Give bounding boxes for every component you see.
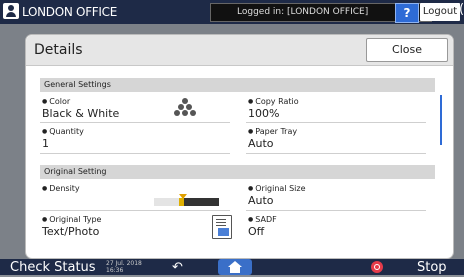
text-photo-icon bbox=[212, 215, 232, 239]
copy-ratio-setting: Copy Ratio 100% bbox=[248, 97, 299, 120]
density-setting: Density bbox=[42, 184, 79, 194]
check-status-button[interactable]: Check Status bbox=[10, 259, 96, 277]
date-text: 27 Jul. 2018 bbox=[106, 260, 142, 267]
divider bbox=[246, 122, 426, 123]
divider bbox=[246, 210, 426, 211]
stop-label[interactable]: Stop bbox=[417, 259, 447, 277]
user-icon[interactable] bbox=[3, 3, 19, 19]
original-type-setting: Original Type Text/Photo bbox=[42, 215, 101, 238]
paper-tray-label: Paper Tray bbox=[248, 127, 297, 137]
divider bbox=[246, 153, 426, 154]
datetime: 27 Jul. 2018 16:36 bbox=[106, 260, 142, 274]
black-white-icon bbox=[174, 98, 196, 116]
back-icon[interactable]: ↶ bbox=[172, 261, 183, 274]
sadf-value: Off bbox=[248, 225, 265, 238]
original-size-value: Auto bbox=[248, 194, 274, 207]
color-value: Black & White bbox=[42, 107, 120, 120]
divider bbox=[40, 122, 230, 123]
dialog-header: Details Close bbox=[26, 35, 453, 66]
office-name: LONDON OFFICE bbox=[22, 5, 118, 19]
quantity-value: 1 bbox=[42, 137, 49, 150]
home-button[interactable] bbox=[218, 259, 252, 275]
help-button[interactable]: ? bbox=[395, 3, 419, 23]
density-level-indicator bbox=[154, 198, 220, 207]
original-type-label: Original Type bbox=[42, 215, 101, 225]
quantity-setting: Quantity 1 bbox=[42, 127, 84, 150]
sadf-setting: SADF Off bbox=[248, 215, 277, 238]
color-setting: Color Black & White bbox=[42, 97, 119, 120]
color-label: Color bbox=[42, 97, 119, 107]
sadf-label: SADF bbox=[248, 215, 276, 225]
close-button[interactable]: Close bbox=[366, 38, 448, 62]
top-bar: LONDON OFFICE Logged in: [LONDON OFFICE]… bbox=[0, 0, 464, 24]
copy-ratio-label: Copy Ratio bbox=[248, 97, 298, 107]
time-text: 16:36 bbox=[106, 267, 124, 274]
quantity-label: Quantity bbox=[42, 127, 84, 137]
dialog-title: Details bbox=[34, 42, 83, 58]
density-step bbox=[214, 198, 219, 206]
original-type-value: Text/Photo bbox=[42, 225, 100, 238]
bottom-bar: Check Status 27 Jul. 2018 16:36 ↶ Stop bbox=[0, 259, 464, 275]
paper-tray-value: Auto bbox=[248, 137, 274, 150]
copy-ratio-value: 100% bbox=[248, 107, 280, 120]
original-size-label: Original Size bbox=[248, 184, 305, 194]
original-size-setting: Original Size Auto bbox=[248, 184, 306, 207]
divider bbox=[40, 153, 230, 154]
paper-tray-setting: Paper Tray Auto bbox=[248, 127, 297, 150]
section-general-settings: General Settings bbox=[40, 78, 435, 92]
login-status-text: Logged in: [LONDON OFFICE] bbox=[237, 7, 369, 17]
logout-button[interactable]: Logout bbox=[420, 3, 460, 21]
density-label: Density bbox=[42, 184, 79, 194]
divider bbox=[40, 210, 230, 211]
panel-edge-icon: ( bbox=[459, 2, 464, 17]
stop-icon[interactable] bbox=[371, 261, 383, 273]
scrollbar[interactable] bbox=[440, 95, 442, 145]
section-original-setting: Original Setting bbox=[40, 165, 435, 179]
